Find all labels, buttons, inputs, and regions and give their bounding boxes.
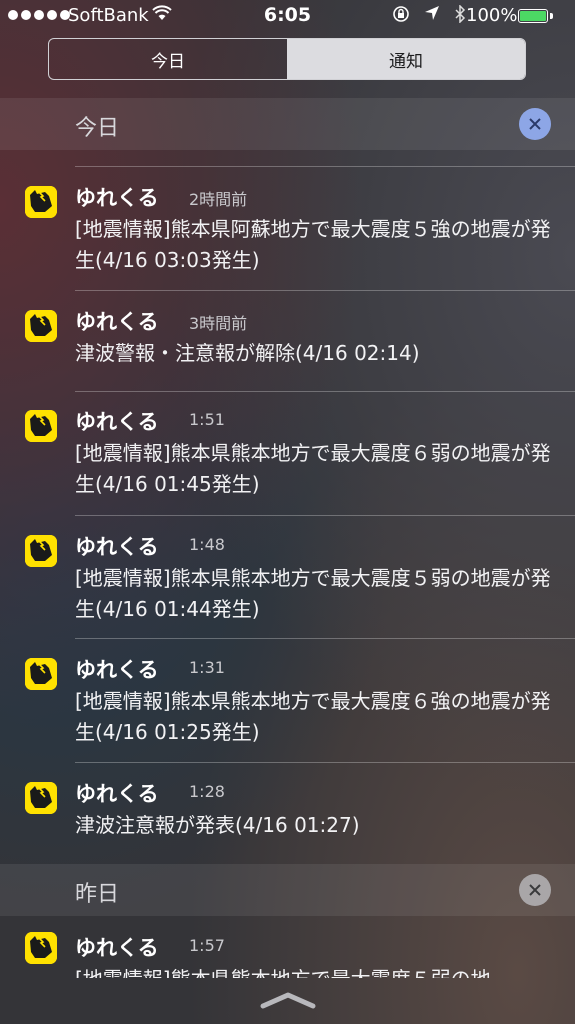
notification-time: 1:48 (189, 535, 225, 554)
yurekuru-app-icon (25, 658, 57, 690)
section-header-today: 今日 (0, 98, 575, 150)
notification-time: 1:51 (189, 410, 225, 429)
status-bar: SoftBank 6:05 100% (0, 0, 575, 32)
yurekuru-app-icon (25, 782, 57, 814)
yurekuru-app-icon (25, 932, 57, 964)
divider (75, 638, 575, 639)
app-name: ゆれくる (75, 186, 159, 210)
app-name: ゆれくる (75, 936, 159, 960)
clear-section-button[interactable] (519, 108, 551, 140)
tab-today[interactable]: 今日 (49, 39, 287, 79)
chevron-up-icon[interactable] (259, 990, 317, 1010)
bluetooth-icon (454, 4, 466, 27)
notification-body: [地震情報]熊本県阿蘇地方で最大震度５強の地震が発生(4/16 03:03発生) (75, 217, 551, 272)
app-name: ゆれくる (75, 658, 159, 682)
app-name: ゆれくる (75, 782, 159, 806)
notification-time: 3時間前 (189, 314, 248, 333)
app-name: ゆれくる (75, 535, 159, 559)
notification-body: 津波注意報が発表(4/16 01:27) (75, 813, 360, 837)
divider (75, 762, 575, 763)
section-title: 今日 (75, 116, 120, 141)
notification-body: [地震情報]熊本県熊本地方で最大震度６強の地震が発生(4/16 01:25発生) (75, 689, 551, 744)
battery-percent: 100% (466, 5, 518, 26)
yurekuru-app-icon (25, 186, 57, 218)
location-icon (424, 5, 440, 27)
notification-time: 1:31 (189, 658, 225, 677)
notification-item[interactable]: ゆれくる 1:57 [地震情報]熊本県熊本地方で最大震度５弱の地 (0, 932, 575, 978)
app-name: ゆれくる (75, 410, 159, 434)
yurekuru-app-icon (25, 410, 57, 442)
notification-center: SoftBank 6:05 100% 今日 通知 今日 ゆれくる 2時間前 [地… (0, 0, 575, 1024)
notification-time: 1:28 (189, 782, 225, 801)
section-title: 昨日 (75, 882, 120, 907)
notification-body: [地震情報]熊本県熊本地方で最大震度５弱の地 (75, 964, 560, 978)
clear-section-button[interactable] (519, 874, 551, 906)
tab-notifications[interactable]: 通知 (287, 39, 525, 79)
yurekuru-app-icon (25, 535, 57, 567)
notification-time: 1:57 (189, 936, 225, 955)
notification-body: [地震情報]熊本県熊本地方で最大震度５弱の地震が発生(4/16 01:44発生) (75, 566, 551, 621)
battery-fill (520, 11, 546, 21)
close-icon (528, 878, 542, 902)
divider (75, 290, 575, 291)
yurekuru-app-icon (25, 310, 57, 342)
notification-body: [地震情報]熊本県熊本地方で最大震度６弱の地震が発生(4/16 01:45発生) (75, 441, 551, 496)
divider (75, 166, 575, 167)
close-icon (528, 112, 542, 136)
battery-tip (550, 13, 553, 19)
divider (75, 391, 575, 392)
section-header-yesterday: 昨日 (0, 864, 575, 916)
app-name: ゆれくる (75, 310, 159, 334)
divider (75, 515, 575, 516)
notification-body: 津波警報・注意報が解除(4/16 02:14) (75, 341, 420, 365)
view-segmented-control: 今日 通知 (48, 38, 526, 80)
rotation-lock-icon (392, 5, 410, 27)
battery-icon (518, 9, 548, 23)
notification-time: 2時間前 (189, 190, 248, 209)
